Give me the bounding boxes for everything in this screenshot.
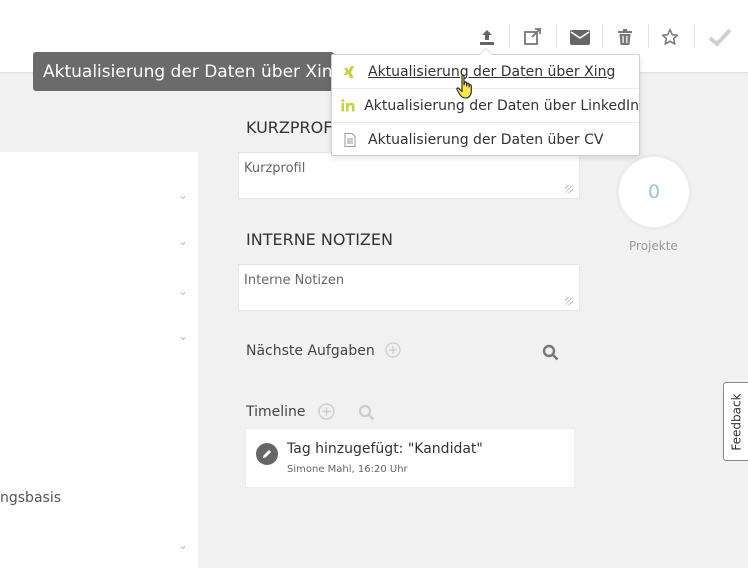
xing-icon — [332, 65, 368, 79]
timeline-entry-title: Tag hinzugefügt: "Kandidat" — [287, 441, 483, 457]
envelope-icon[interactable] — [565, 22, 595, 52]
timeline-entry: Tag hinzugefügt: "Kandidat" Simone Mahl,… — [245, 428, 575, 488]
chevron-down-icon[interactable]: ⌄ — [178, 188, 188, 202]
resize-handle[interactable] — [565, 185, 573, 193]
dropdown-item-cv[interactable]: Aktualisierung der Daten über CV — [332, 123, 639, 156]
projects-count-circle[interactable]: 0 — [616, 154, 692, 230]
kurzprofil-placeholder: Kurzprofil — [244, 161, 306, 176]
feedback-tab[interactable]: Feedback — [723, 382, 748, 461]
timeline-entry-meta: Simone Mahl, 16:20 Uhr — [287, 464, 408, 475]
interne-notizen-placeholder: Interne Notizen — [244, 273, 345, 288]
tooltip: Aktualisierung der Daten über Xing — [33, 52, 343, 91]
toolbar-divider — [694, 24, 695, 48]
hand-cursor-icon — [456, 74, 476, 104]
timeline-label: Timeline — [246, 404, 306, 420]
external-link-icon[interactable] — [518, 22, 548, 52]
dropdown-item-xing[interactable]: Aktualisierung der Daten über Xing — [332, 55, 639, 89]
chevron-down-icon[interactable]: ⌄ — [178, 538, 188, 552]
dropdown-item-label: Aktualisierung der Daten über Xing — [368, 63, 616, 80]
linkedin-icon — [332, 99, 364, 112]
search-tasks-icon[interactable] — [542, 344, 559, 361]
document-icon — [332, 132, 368, 147]
interne-notizen-textarea[interactable]: Interne Notizen — [238, 264, 580, 311]
tooltip-text: Aktualisierung der Daten über Xing — [43, 61, 344, 82]
toolbar-divider — [648, 24, 649, 48]
pencil-icon — [256, 443, 278, 465]
kurzprofil-textarea[interactable]: Kurzprofil — [238, 152, 580, 199]
star-icon[interactable] — [655, 22, 685, 52]
naechste-aufgaben-label: Nächste Aufgaben — [246, 343, 375, 359]
check-icon[interactable] — [705, 22, 735, 52]
toolbar-divider — [602, 24, 603, 48]
toolbar-divider — [556, 24, 557, 48]
dropdown-item-linkedin[interactable]: Aktualisierung der Daten über LinkedIn — [332, 89, 639, 123]
interne-notizen-title: INTERNE NOTIZEN — [246, 230, 393, 249]
search-timeline-icon[interactable] — [358, 404, 375, 421]
dropdown-item-label: Aktualisierung der Daten über LinkedIn — [364, 97, 639, 114]
chevron-down-icon[interactable]: ⌄ — [178, 234, 188, 248]
projects-label: Projekte — [629, 239, 678, 253]
resize-handle[interactable] — [565, 297, 573, 305]
toolbar-divider — [509, 24, 510, 48]
add-task-icon[interactable] — [385, 342, 401, 358]
field-label-partial: ngsbasis — [0, 490, 61, 506]
trash-icon[interactable] — [610, 22, 640, 52]
chevron-down-icon[interactable]: ⌄ — [178, 329, 188, 343]
update-data-dropdown: Aktualisierung der Daten über Xing Aktua… — [331, 48, 640, 156]
dropdown-item-label: Aktualisierung der Daten über CV — [368, 131, 604, 148]
projects-count: 0 — [647, 181, 661, 203]
chevron-down-icon[interactable]: ⌄ — [178, 284, 188, 298]
feedback-label: Feedback — [729, 392, 744, 451]
add-timeline-icon[interactable] — [318, 403, 335, 420]
